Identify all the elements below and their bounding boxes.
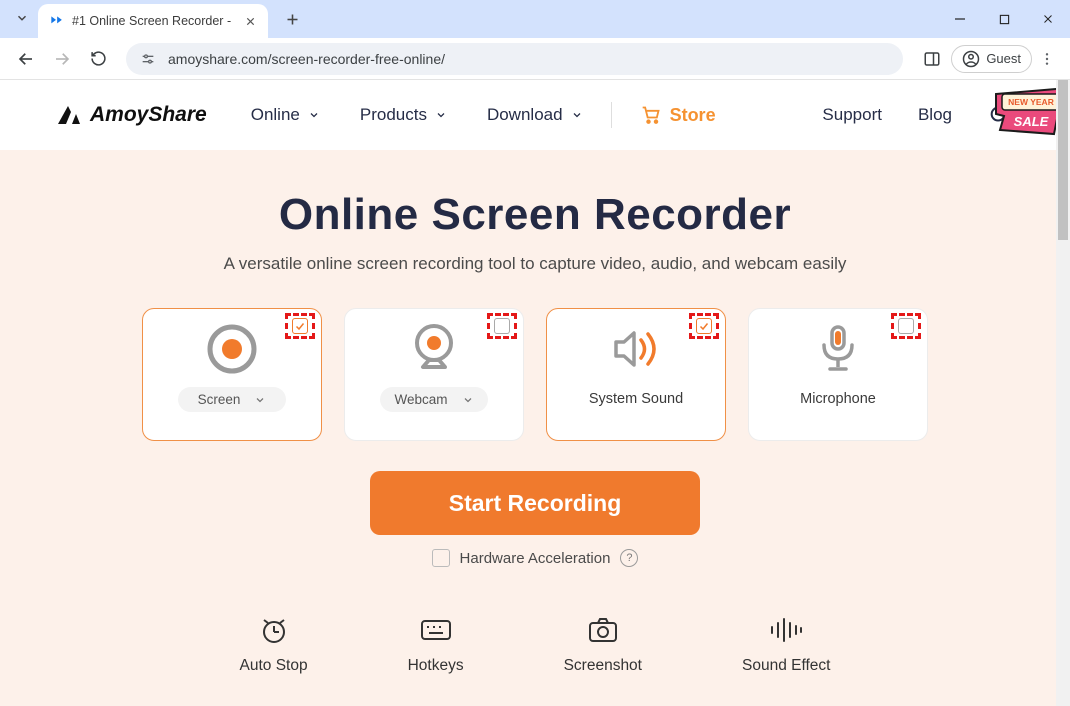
- webcam-icon: [409, 323, 459, 375]
- reload-button[interactable]: [84, 45, 112, 73]
- favicon-icon: [48, 13, 64, 29]
- site-settings-icon[interactable]: [138, 51, 158, 67]
- chevron-down-icon: [435, 109, 447, 121]
- titlebar: #1 Online Screen Recorder -: [0, 0, 1070, 38]
- main-nav: Online Products Download: [251, 105, 583, 125]
- feature-sound-effect[interactable]: Sound Effect: [742, 615, 830, 675]
- checkbox-system-sound[interactable]: [696, 318, 712, 334]
- browser-toolbar: amoyshare.com/screen-recorder-free-onlin…: [0, 38, 1070, 80]
- feature-screenshot[interactable]: Screenshot: [564, 615, 642, 675]
- microphone-label: Microphone: [800, 391, 876, 407]
- feature-hotkeys[interactable]: Hotkeys: [408, 615, 464, 675]
- scroll-thumb[interactable]: [1058, 80, 1068, 240]
- page-subtitle: A versatile online screen recording tool…: [60, 254, 1010, 274]
- window-controls: [938, 0, 1070, 38]
- soundwave-icon: [768, 615, 804, 645]
- nav-blog[interactable]: Blog: [918, 105, 952, 125]
- checkbox-webcam[interactable]: [494, 318, 510, 334]
- feature-auto-stop[interactable]: Auto Stop: [240, 615, 308, 675]
- microphone-icon: [816, 323, 860, 375]
- checkbox-screen[interactable]: [292, 318, 308, 334]
- keyboard-icon: [418, 615, 454, 645]
- nav-online[interactable]: Online: [251, 105, 320, 125]
- new-tab-button[interactable]: [278, 5, 306, 33]
- option-system-sound[interactable]: System Sound: [546, 308, 726, 441]
- tab-search-button[interactable]: [10, 6, 34, 30]
- side-panel-button[interactable]: [917, 44, 947, 74]
- highlight-screen-checkbox: [285, 313, 315, 339]
- speaker-icon: [610, 323, 662, 375]
- vertical-scrollbar[interactable]: [1056, 80, 1070, 706]
- option-screen[interactable]: Screen: [142, 308, 322, 441]
- nav-support[interactable]: Support: [822, 105, 882, 125]
- page-viewport: AmoyShare Online Products Download Store…: [0, 80, 1070, 706]
- highlight-webcam-checkbox: [487, 313, 517, 339]
- minimize-button[interactable]: [938, 4, 982, 34]
- guest-label: Guest: [986, 51, 1021, 66]
- brand-logo[interactable]: AmoyShare: [56, 103, 207, 127]
- alarm-icon: [256, 615, 292, 645]
- highlight-microphone-checkbox: [891, 313, 921, 339]
- screen-dropdown[interactable]: Screen: [178, 387, 286, 412]
- option-microphone[interactable]: Microphone: [748, 308, 928, 441]
- system-sound-label: System Sound: [589, 391, 683, 407]
- address-bar[interactable]: amoyshare.com/screen-recorder-free-onlin…: [126, 43, 903, 75]
- start-recording-button[interactable]: Start Recording: [370, 471, 700, 535]
- screen-icon: [206, 323, 258, 375]
- tab-title: #1 Online Screen Recorder -: [72, 14, 242, 28]
- features-row: Auto Stop Hotkeys Screenshot Sound Effec…: [60, 615, 1010, 675]
- back-button[interactable]: [12, 45, 40, 73]
- sale-bottom-text: SALE: [1014, 114, 1049, 129]
- nav-download[interactable]: Download: [487, 105, 583, 125]
- page-title: Online Screen Recorder: [60, 190, 1010, 240]
- close-window-button[interactable]: [1026, 4, 1070, 34]
- chevron-down-icon: [462, 394, 474, 406]
- nav-divider: [611, 102, 612, 128]
- tab-close-button[interactable]: [242, 13, 258, 29]
- checkbox-microphone[interactable]: [898, 318, 914, 334]
- nav-products[interactable]: Products: [360, 105, 447, 125]
- sale-top-text: NEW YEAR: [1008, 97, 1054, 107]
- cart-icon: [640, 105, 662, 125]
- highlight-system-sound-checkbox: [689, 313, 719, 339]
- hardware-acceleration-checkbox[interactable]: [432, 549, 450, 567]
- right-nav: Support Blog: [822, 104, 1010, 126]
- option-webcam[interactable]: Webcam: [344, 308, 524, 441]
- forward-button[interactable]: [48, 45, 76, 73]
- chevron-down-icon: [254, 394, 266, 406]
- info-icon[interactable]: ?: [620, 549, 638, 567]
- browser-menu-button[interactable]: [1032, 44, 1062, 74]
- url-text: amoyshare.com/screen-recorder-free-onlin…: [168, 51, 445, 67]
- site-header: AmoyShare Online Products Download Store…: [0, 80, 1070, 150]
- brand-name: AmoyShare: [90, 103, 207, 127]
- guest-profile-button[interactable]: Guest: [951, 45, 1032, 73]
- maximize-button[interactable]: [982, 4, 1026, 34]
- browser-tab[interactable]: #1 Online Screen Recorder -: [38, 4, 268, 38]
- webcam-dropdown[interactable]: Webcam: [380, 387, 488, 412]
- source-options: Screen Webcam: [60, 308, 1010, 441]
- hardware-acceleration-row: Hardware Acceleration ?: [60, 549, 1010, 567]
- logo-icon: [56, 104, 82, 126]
- hardware-acceleration-label: Hardware Acceleration: [460, 550, 611, 567]
- chevron-down-icon: [571, 109, 583, 121]
- hero-section: Online Screen Recorder A versatile onlin…: [0, 150, 1070, 706]
- tab-strip: #1 Online Screen Recorder -: [0, 0, 938, 38]
- camera-icon: [585, 615, 621, 645]
- chevron-down-icon: [308, 109, 320, 121]
- nav-store[interactable]: Store: [640, 105, 716, 126]
